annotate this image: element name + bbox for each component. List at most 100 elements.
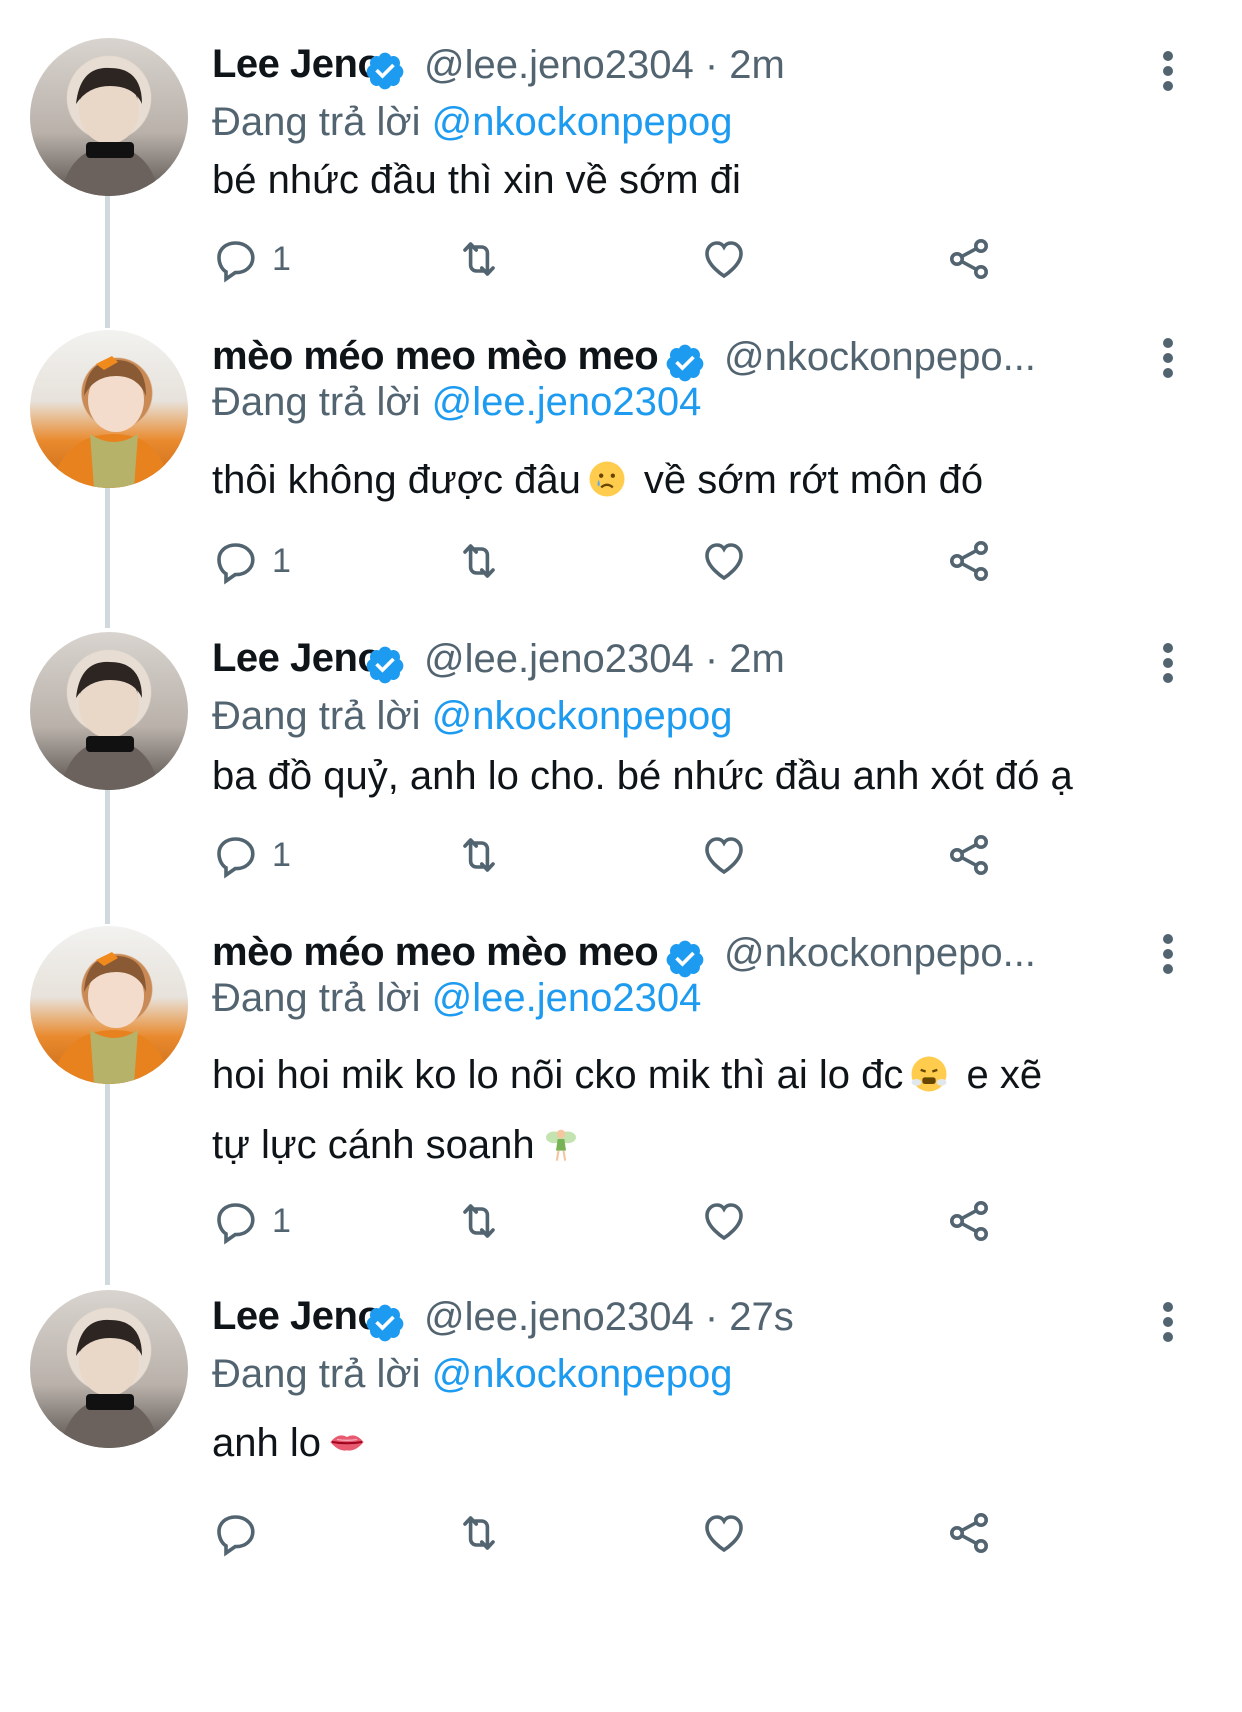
reply-count: 1 [272,1201,291,1240]
like-button[interactable] [700,1196,748,1246]
share-icon [950,239,988,279]
avatar[interactable] [30,1290,188,1448]
verified-badge-icon [666,344,704,382]
reply-icon [217,1203,255,1245]
action-bar: 1 [212,536,1012,586]
action-bar: 1 [212,234,1012,284]
replying-to-label: Đang trả lời [212,694,432,738]
lips-emoji [330,1435,364,1451]
replying-to-label: Đang trả lời [212,100,432,144]
verified-badge-icon [366,52,404,90]
retweet-button[interactable] [455,1508,503,1558]
retweet-button[interactable] [455,536,503,586]
heart-icon [705,1203,743,1241]
more-options-icon[interactable] [1163,1302,1173,1342]
heart-icon [705,1515,743,1553]
replying-to: Đang trả lời @nkockonpepog [212,694,732,739]
share-button[interactable] [945,536,993,586]
tweet-text-part: tự lực cánh soanh [212,1123,535,1167]
tweet-text-part: anh lo [212,1421,321,1465]
reply-button[interactable]: 1 [212,234,291,284]
tweet-text: anh lo [212,1408,373,1478]
mention-link[interactable]: @nkockonpepog [432,100,733,144]
tweet-text-part: thôi không được đâu [212,458,581,502]
replying-to-label: Đang trả lời [212,976,432,1020]
fairy-emoji [545,1129,576,1161]
handle-and-time[interactable]: @lee.jeno2304 · 2m [424,637,785,682]
retweet-icon [463,242,495,276]
verified-badge-icon [366,1304,404,1342]
avatar[interactable] [30,38,188,196]
reply-count: 1 [272,541,291,580]
tweet-text-part: hoi hoi mik ko lo nõi cko mik thì ai lo … [212,1053,904,1097]
thread-connector [105,190,110,328]
retweet-button[interactable] [455,830,503,880]
heart-icon [705,837,743,875]
display-name[interactable]: Lee Jeno [212,1294,382,1339]
more-options-icon[interactable] [1163,338,1173,378]
tweet-header: Lee Jeno @lee.jeno2304 · 2m [212,38,1172,98]
reply-count: 1 [272,239,291,278]
reply-icon [217,1515,255,1557]
avatar[interactable] [30,926,188,1084]
share-button[interactable] [945,1508,993,1558]
share-button[interactable] [945,1196,993,1246]
reply-button[interactable]: 1 [212,830,291,880]
reply-button[interactable]: 1 [212,1196,291,1246]
tweet-header: Lee Jeno @lee.jeno2304 · 27s [212,1290,1172,1350]
reply-icon [217,241,255,283]
like-button[interactable] [700,234,748,284]
avatar[interactable] [30,632,188,790]
reply-count: 1 [272,835,291,874]
handle-and-time[interactable]: @lee.jeno2304 · 27s [424,1295,794,1340]
thread-connector [105,782,110,924]
display-name[interactable]: Lee Jeno [212,42,382,87]
retweet-button[interactable] [455,1196,503,1246]
retweet-icon [463,544,495,578]
action-bar: 1 [212,1196,1012,1246]
tweet-text-line: tự lực cánh soanh [212,1110,1042,1180]
more-options-icon[interactable] [1163,643,1173,683]
share-button[interactable] [945,234,993,284]
tweet-text: thôi không được đâu về sớm rớt môn đó [212,445,983,515]
like-button[interactable] [700,536,748,586]
tweet-text-part: e xẽ [955,1053,1043,1097]
reply-icon [217,543,255,585]
handle-and-time[interactable]: @lee.jeno2304 · 2m [424,43,785,88]
retweet-button[interactable] [455,234,503,284]
display-name[interactable]: Lee Jeno [212,636,382,681]
heart-icon [705,241,743,279]
reply-button[interactable] [212,1508,272,1558]
replying-to: Đang trả lời @lee.jeno2304 [212,380,701,425]
replying-to: Đang trả lời @lee.jeno2304 [212,976,701,1021]
handle-and-time[interactable]: @nkockonpepo... [724,931,1036,976]
replying-to-label: Đang trả lời [212,1352,432,1396]
share-icon [950,1513,988,1553]
display-name[interactable]: mèo méo meo mèo meo [212,930,659,975]
retweet-icon [463,1516,495,1550]
reply-button[interactable]: 1 [212,536,291,586]
tweet-header: Lee Jeno @lee.jeno2304 · 2m [212,632,1172,692]
more-options-icon[interactable] [1163,934,1173,974]
retweet-icon [463,1204,495,1238]
mention-link[interactable]: @lee.jeno2304 [432,976,702,1020]
mention-link[interactable]: @nkockonpepog [432,1352,733,1396]
retweet-icon [463,838,495,872]
share-icon [950,835,988,875]
handle-and-time[interactable]: @nkockonpepo... [724,335,1036,380]
mention-link[interactable]: @lee.jeno2304 [432,380,702,424]
display-name[interactable]: mèo méo meo mèo meo [212,334,659,379]
share-icon [950,541,988,581]
avatar[interactable] [30,330,188,488]
verified-badge-icon [366,646,404,684]
share-button[interactable] [945,830,993,880]
tweet-text-line: hoi hoi mik ko lo nõi cko mik thì ai lo … [212,1040,1042,1110]
like-button[interactable] [700,1508,748,1558]
mention-link[interactable]: @nkockonpepog [432,694,733,738]
thread-connector [105,480,110,628]
like-button[interactable] [700,830,748,880]
action-bar: 1 [212,830,1012,880]
more-options-icon[interactable] [1163,51,1173,91]
tweet-text-part: về sớm rớt môn đó [632,458,984,502]
tweet-text: hoi hoi mik ko lo nõi cko mik thì ai lo … [212,1040,1042,1180]
